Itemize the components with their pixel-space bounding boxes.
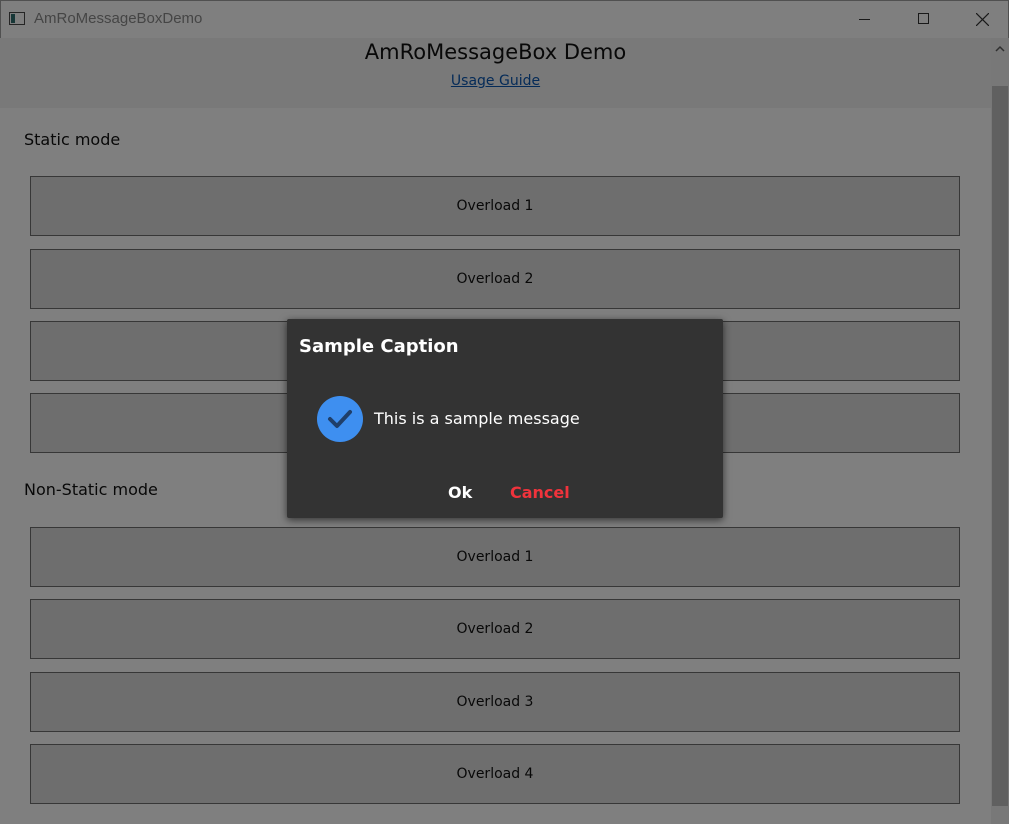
cancel-button[interactable]: Cancel	[510, 483, 570, 502]
dialog-caption: Sample Caption	[299, 336, 459, 357]
dialog-message: This is a sample message	[374, 409, 580, 428]
check-icon	[317, 396, 363, 442]
ok-button[interactable]: Ok	[448, 483, 472, 502]
message-box-dialog: Sample Caption This is a sample message …	[287, 319, 723, 518]
